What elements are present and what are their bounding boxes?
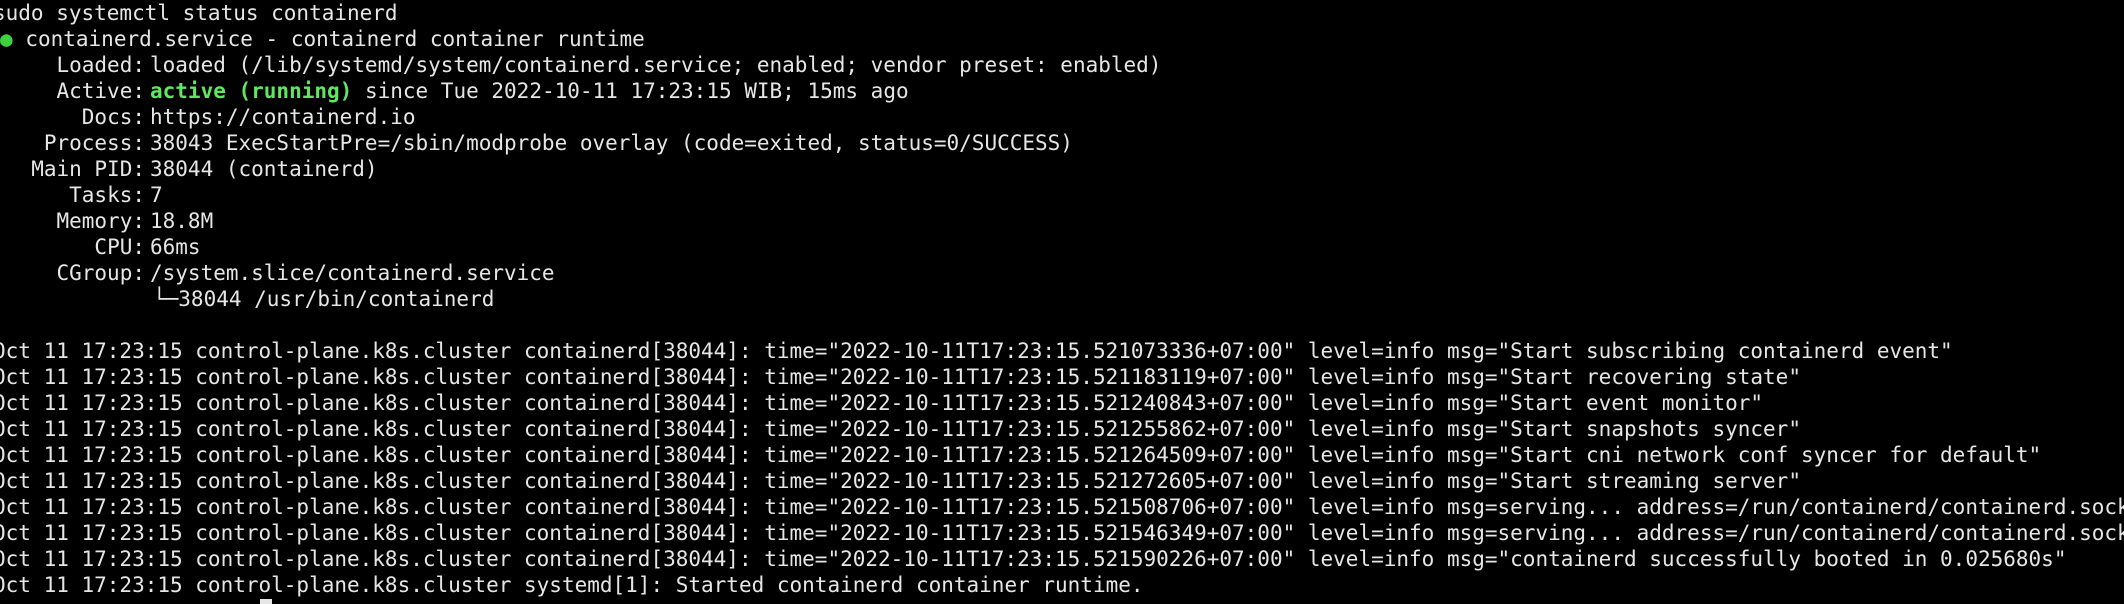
docs-link[interactable]: https://containerd.io <box>150 105 416 129</box>
log-line: Oct 11 17:23:15 control-plane.k8s.cluste… <box>0 521 2124 545</box>
log-line: Oct 11 17:23:15 control-plane.k8s.cluste… <box>0 391 1764 415</box>
process-row: Process: 38043 ExecStartPre=/sbin/modprob… <box>0 130 1073 156</box>
log-line: Oct 11 17:23:15 control-plane.k8s.cluste… <box>0 339 1953 363</box>
main-pid-label: Main PID: <box>31 157 145 181</box>
log-line: Oct 11 17:23:15 control-plane.k8s.cluste… <box>0 443 2042 467</box>
unit-title: containerd.service - containerd containe… <box>25 27 645 51</box>
docs-row: Docs: https://containerd.io <box>0 104 416 130</box>
cgroup-label: CGroup: <box>56 261 145 285</box>
command-line: sudo systemctl status containerd <box>0 1 398 25</box>
memory-row: Memory: 18.8M <box>0 208 213 234</box>
active-state: active (running) <box>150 79 353 103</box>
cpu-value: 66ms <box>150 235 201 259</box>
log-line: Oct 11 17:23:15 control-plane.k8s.cluste… <box>0 495 2124 519</box>
cpu-label: CPU: <box>94 235 145 259</box>
cgroup-child: └─38044 /usr/bin/containerd <box>153 287 495 311</box>
loaded-row: Loaded: loaded (/lib/systemd/system/conta… <box>0 52 1161 78</box>
active-label: Active: <box>56 79 145 103</box>
terminal-cursor <box>260 599 272 604</box>
log-line: Oct 11 17:23:15 control-plane.k8s.cluste… <box>0 573 1144 597</box>
main-pid-row: Main PID: 38044 (containerd) <box>0 156 378 182</box>
main-pid-value: 38044 (containerd) <box>150 157 378 181</box>
log-line: Oct 11 17:23:15 control-plane.k8s.cluste… <box>0 417 1801 441</box>
unit-header: ● containerd.service - containerd contai… <box>0 26 645 52</box>
log-line: Oct 11 17:23:15 control-plane.k8s.cluste… <box>0 365 1801 389</box>
active-since: since Tue 2022-10-11 17:23:15 WIB; 15ms … <box>364 79 909 103</box>
cgroup-row: CGroup:/system.slice/containerd.service <box>0 260 555 286</box>
process-value: 38043 ExecStartPre=/sbin/modprobe overla… <box>150 131 1073 155</box>
tasks-label: Tasks: <box>69 183 145 207</box>
tasks-row: Tasks: 7 <box>0 182 163 208</box>
docs-label: Docs: <box>81 105 145 129</box>
loaded-value: loaded (/lib/systemd/system/containerd.s… <box>150 53 1162 77</box>
log-line: Oct 11 17:23:15 control-plane.k8s.cluste… <box>0 469 1801 493</box>
last-log-row: Oct 11 17:23:15 control-plane.k8s.cluste… <box>0 572 1144 598</box>
memory-value: 18.8M <box>150 209 214 233</box>
status-dot-icon: ● <box>0 27 13 51</box>
active-row: Active: active (running) since Tue 2022-1… <box>0 78 909 104</box>
tasks-value: 7 <box>150 183 163 207</box>
memory-label: Memory: <box>56 209 145 233</box>
terminal-window[interactable]: sudo systemctl status containerd ● conta… <box>0 0 2124 604</box>
cursor-row <box>260 596 272 604</box>
log-line: Oct 11 17:23:15 control-plane.k8s.cluste… <box>0 547 2067 571</box>
process-label: Process: <box>43 131 145 155</box>
cpu-row: CPU: 66ms <box>0 234 201 260</box>
cgroup-value: /system.slice/containerd.service <box>150 261 555 285</box>
cgroup-child-row: └─38044 /usr/bin/containerd <box>0 286 494 312</box>
loaded-label: Loaded: <box>56 53 145 77</box>
